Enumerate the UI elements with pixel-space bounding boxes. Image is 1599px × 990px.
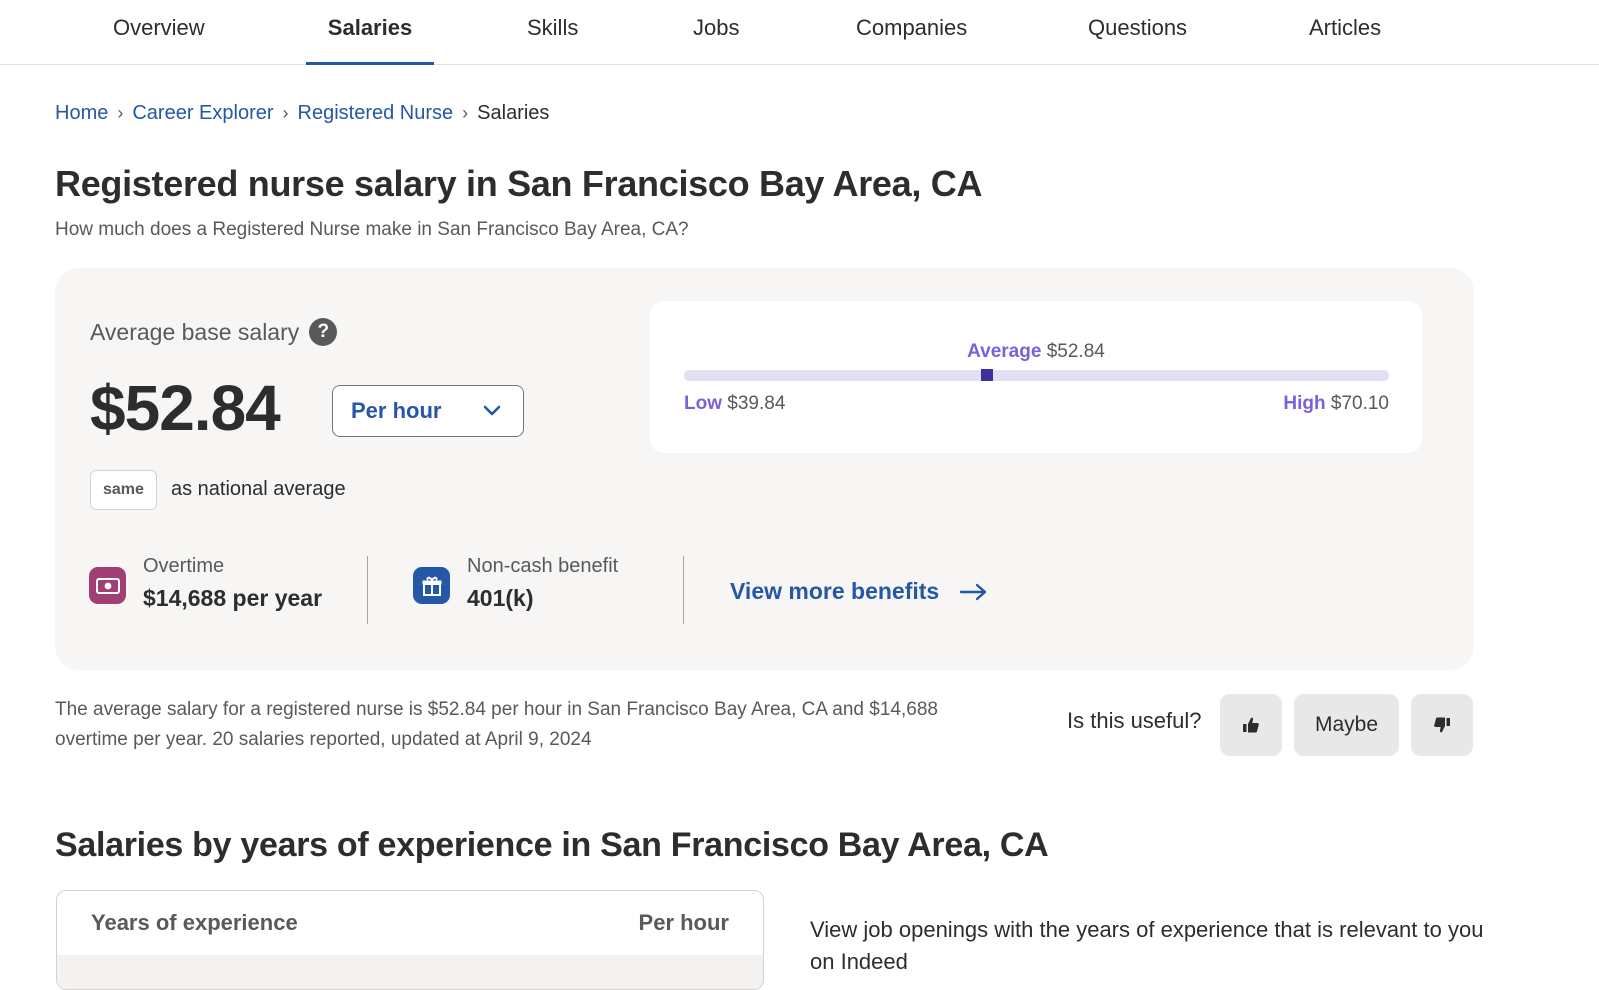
help-icon[interactable]: ? [309, 318, 338, 346]
range-high-value: $70.10 [1330, 393, 1389, 414]
comparison-text: as national average [171, 478, 346, 500]
benefit-item: Non-cash benefit 401(k) [413, 553, 618, 617]
thumbs-up-icon [1243, 717, 1259, 733]
benefit-value: 401(k) [467, 585, 534, 611]
experience-table: Years of experience Per hour [56, 890, 764, 990]
salary-summary: The average salary for a registered nurs… [55, 699, 938, 750]
chevron-right-icon: › [117, 103, 124, 123]
gift-icon [413, 567, 450, 604]
feedback-question: Is this useful? [1067, 708, 1202, 733]
arrow-right-icon [960, 583, 987, 600]
thumbs-down-icon [1434, 717, 1450, 733]
range-average: Average $52.84 [650, 341, 1422, 363]
range-high: High $70.10 [1283, 393, 1389, 415]
tab-salaries[interactable]: Salaries [306, 0, 434, 65]
average-salary-amount: $52.84 [90, 372, 281, 444]
chevron-down-icon [483, 405, 501, 416]
thumbs-down-button[interactable] [1411, 694, 1473, 756]
table-row [57, 955, 763, 989]
maybe-button[interactable]: Maybe [1294, 694, 1399, 756]
average-salary-label: Average base salary [90, 318, 300, 345]
average-salary-heading: Average base salary ? [90, 318, 338, 346]
range-average-value: $52.84 [1046, 341, 1105, 362]
benefit-label: Non-cash benefit [467, 555, 619, 577]
divider [367, 556, 368, 624]
page-title: Registered nurse salary in San Francisco… [55, 163, 983, 204]
range-high-label: High [1283, 393, 1326, 414]
thumbs-up-button[interactable] [1220, 694, 1282, 756]
overtime-label: Overtime [143, 555, 225, 577]
tab-questions[interactable]: Questions [1088, 0, 1187, 65]
cash-icon [89, 567, 126, 604]
range-low-value: $39.84 [727, 393, 786, 414]
range-low: Low $39.84 [684, 393, 785, 415]
overtime-item: Overtime $14,688 per year [89, 553, 322, 617]
view-more-benefits-label: View more benefits [730, 578, 940, 604]
breadcrumb-current: Salaries [477, 102, 550, 124]
tab-jobs[interactable]: Jobs [693, 0, 739, 65]
tab-overview[interactable]: Overview [113, 0, 205, 65]
experience-table-header: Years of experience Per hour [57, 891, 763, 955]
maybe-label: Maybe [1314, 713, 1379, 736]
salary-range-bar [684, 369, 1389, 381]
divider [683, 556, 684, 624]
page-subtitle: How much does a Registered Nurse make in… [55, 219, 689, 240]
tab-articles[interactable]: Articles [1309, 0, 1381, 65]
overtime-value: $14,688 per year [143, 585, 323, 611]
top-nav: Overview Salaries Skills Jobs Companies … [0, 0, 1599, 65]
column-header-rate: Per hour [638, 910, 729, 935]
breadcrumb-career-explorer[interactable]: Career Explorer [132, 102, 273, 125]
experience-side-text: View job openings with the years of expe… [810, 917, 1484, 974]
range-average-marker [981, 369, 994, 381]
pay-period-select[interactable]: Per hour [332, 385, 524, 437]
chevron-right-icon: › [462, 103, 469, 123]
salary-card: Average base salary ? $52.84 Per hour sa… [55, 268, 1474, 670]
comparison-badge: same [90, 470, 157, 510]
tab-skills[interactable]: Skills [527, 0, 578, 65]
tab-companies[interactable]: Companies [856, 0, 967, 65]
view-more-benefits-link[interactable]: View more benefits [730, 578, 989, 605]
range-low-label: Low [684, 393, 722, 414]
range-average-label: Average [967, 341, 1042, 362]
breadcrumb-registered-nurse[interactable]: Registered Nurse [298, 102, 454, 125]
breadcrumb: Home › Career Explorer › Registered Nurs… [55, 102, 549, 125]
experience-section-title: Salaries by years of experience in San F… [55, 826, 1049, 864]
pay-period-value: Per hour [351, 398, 442, 423]
salary-range-box: Average $52.84 Low $39.84 High $70.10 [650, 301, 1422, 453]
chevron-right-icon: › [282, 103, 289, 123]
column-header-years: Years of experience [91, 910, 298, 935]
breadcrumb-home[interactable]: Home [55, 102, 108, 125]
